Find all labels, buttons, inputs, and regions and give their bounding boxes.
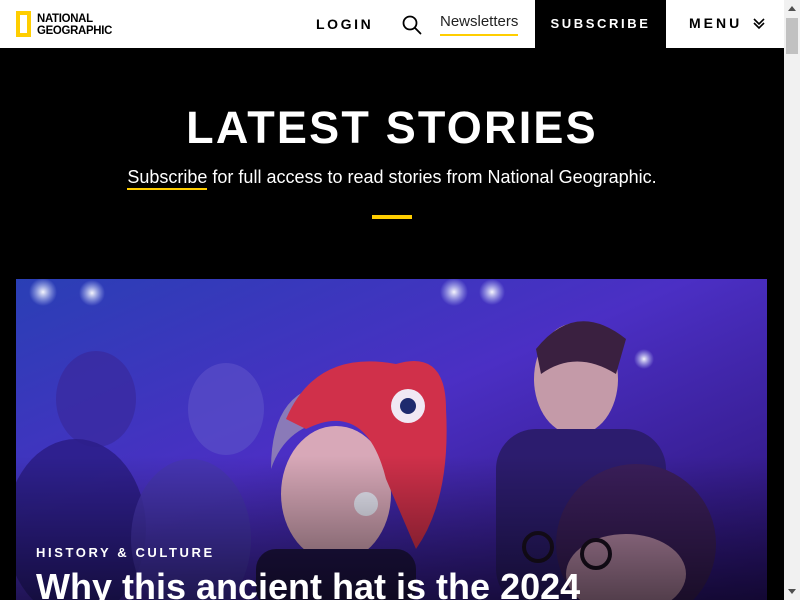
menu-button[interactable]: MENU <box>689 0 742 48</box>
chevron-down-icon[interactable] <box>752 16 766 30</box>
newsletters-link[interactable]: Newsletters <box>440 12 519 36</box>
login-link[interactable]: LOGIN <box>316 0 373 48</box>
subscribe-text-link[interactable]: Subscribe <box>127 167 208 190</box>
page-scrollbar[interactable] <box>784 0 800 600</box>
subscribe-button[interactable]: SUBSCRIBE <box>535 0 666 48</box>
gold-divider <box>372 215 412 219</box>
site-header: NATIONAL GEOGRAPHIC LOGIN Newsletters SU… <box>0 0 784 48</box>
search-icon <box>402 15 422 35</box>
scroll-up-arrow-icon[interactable] <box>784 0 800 17</box>
search-button[interactable] <box>401 14 423 36</box>
nat-geo-logo[interactable]: NATIONAL GEOGRAPHIC <box>16 7 116 41</box>
scroll-down-arrow-icon[interactable] <box>784 583 800 600</box>
featured-story-card[interactable]: HISTORY & CULTURE Why this ancient hat i… <box>16 279 767 600</box>
story-category[interactable]: HISTORY & CULTURE <box>36 545 215 560</box>
scroll-thumb[interactable] <box>786 18 798 54</box>
story-headline[interactable]: Why this ancient hat is the 2024 <box>36 565 580 600</box>
subscribe-prompt: Subscribe for full access to read storie… <box>0 167 784 190</box>
page-title: LATEST STORIES <box>186 102 598 153</box>
logo-yellow-frame-icon <box>16 11 31 37</box>
logo-line-2: GEOGRAPHIC <box>37 23 113 37</box>
subscribe-prompt-text: for full access to read stories from Nat… <box>207 167 657 187</box>
